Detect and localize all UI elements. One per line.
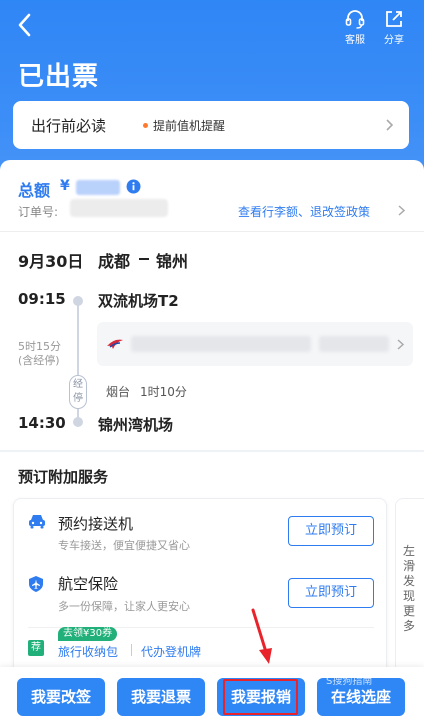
plane-shield-icon: [29, 576, 43, 592]
share-label: 分享: [384, 35, 404, 46]
pre-travel-notice[interactable]: 出行前必读 提前值机提醒: [13, 101, 409, 149]
timeline-start-dot: [73, 296, 83, 306]
customer-service-button[interactable]: 客服: [335, 8, 375, 46]
stopover-duration: 1时10分: [140, 385, 187, 399]
blurred-aircraft-type: [319, 336, 389, 352]
arrival-time: 14:30: [18, 414, 66, 432]
insurance-service-name: 航空保险: [58, 575, 119, 593]
notice-dot-icon: [143, 123, 148, 128]
departure-time: 09:15: [18, 290, 66, 308]
red-arrow-icon: [251, 608, 272, 664]
pickup-book-button[interactable]: 立即预订: [288, 516, 374, 546]
divider: [131, 644, 132, 656]
coupon-tag[interactable]: 去领¥30券: [58, 627, 118, 641]
share-button[interactable]: 分享: [374, 8, 414, 46]
stopover-city: 烟台: [106, 385, 131, 399]
stopover-tag: 经停: [69, 375, 87, 409]
change-ticket-button[interactable]: 我要改签: [17, 678, 105, 716]
insurance-book-button[interactable]: 立即预订: [288, 578, 374, 608]
travel-bag-link[interactable]: 旅行收纳包: [58, 643, 118, 660]
arrival-city: 锦州: [156, 252, 189, 271]
duration-note: (含经停): [18, 354, 60, 367]
airline-logo-icon: [107, 339, 123, 349]
chevron-right-icon: [386, 119, 394, 131]
arrival-airport: 锦州湾机场: [98, 416, 174, 434]
flight-duration: 5时15分 (含经停): [18, 340, 68, 368]
flight-date: 9月30日: [18, 252, 84, 271]
notice-title: 出行前必读: [31, 117, 107, 135]
pickup-service-name: 预约接送机: [58, 515, 134, 533]
departure-city: 成都: [98, 252, 131, 271]
car-icon: [29, 515, 45, 529]
share-icon: [386, 11, 402, 27]
currency-symbol: ¥: [60, 178, 70, 194]
recommend-badge: 荐: [28, 640, 44, 656]
back-arrow-icon[interactable]: [12, 10, 38, 40]
headset-icon: [345, 10, 365, 29]
route-dash: [139, 258, 149, 260]
insurance-service-desc: 多一份保障，让家人更安心: [58, 600, 190, 613]
total-label: 总额: [18, 181, 51, 200]
blurred-order-number: [70, 199, 168, 217]
watermark: S搜狗指南: [326, 676, 373, 687]
info-icon[interactable]: [126, 179, 141, 194]
blurred-amount: [76, 180, 120, 195]
duration-value: 5时15分: [18, 340, 61, 353]
services-title: 预订附加服务: [18, 468, 109, 486]
chevron-right-icon: [397, 339, 405, 350]
refund-ticket-button[interactable]: 我要退票: [117, 678, 205, 716]
departure-airport: 双流机场T2: [98, 292, 179, 310]
baggage-policy-link[interactable]: 查看行李额、退改签政策: [238, 203, 370, 220]
reimbursement-button[interactable]: 我要报销: [217, 678, 305, 716]
chevron-right-icon: [398, 205, 406, 216]
ticket-status-title: 已出票: [18, 62, 100, 92]
flight-info-row[interactable]: [97, 322, 413, 366]
swipe-more-hint: 左滑发现更多: [402, 544, 415, 633]
timeline-end-dot: [73, 417, 83, 427]
blurred-flight-number: [131, 336, 311, 352]
notice-text: 提前值机提醒: [153, 119, 226, 133]
boarding-pass-link[interactable]: 代办登机牌: [141, 643, 201, 660]
order-number-label: 订单号:: [18, 205, 59, 219]
customer-service-label: 客服: [345, 35, 365, 46]
pickup-service-desc: 专车接送，便宜便捷又省心: [58, 539, 190, 552]
divider: [0, 231, 424, 232]
